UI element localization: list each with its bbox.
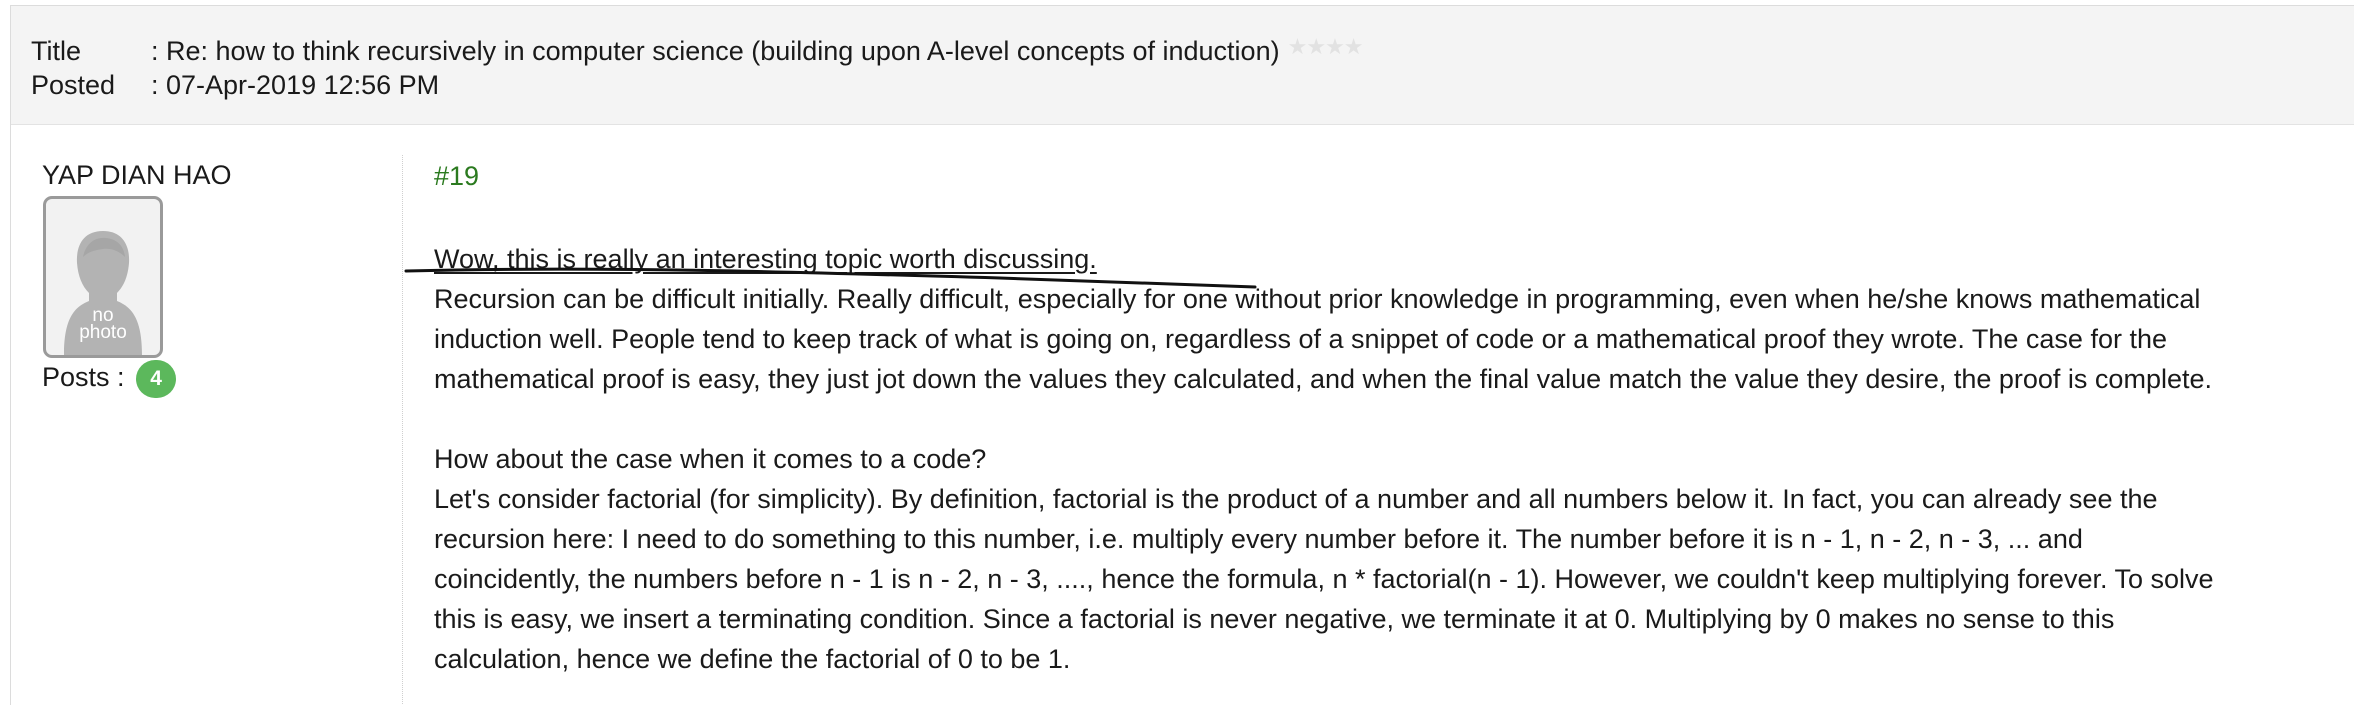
post-title: : Re: how to think recursively in comput… bbox=[151, 36, 1280, 66]
post-line: coincidently, the numbers before n - 1 i… bbox=[434, 564, 2214, 594]
post-line: induction well. People tend to keep trac… bbox=[434, 324, 2167, 354]
posted-row: Posted : 07-Apr-2019 12:56 PM bbox=[31, 68, 439, 102]
post-line: mathematical proof is easy, they just jo… bbox=[434, 364, 2212, 394]
post-line: calculation, hence we define the factori… bbox=[434, 644, 1071, 674]
posted-date: : 07-Apr-2019 12:56 PM bbox=[151, 70, 440, 100]
rating-stars[interactable]: ★★★★ bbox=[1288, 28, 1364, 64]
post-line: Wow, this is really an interesting topic… bbox=[434, 244, 1097, 274]
post-line: Let's consider factorial (for simplicity… bbox=[434, 484, 2158, 514]
posted-label: Posted bbox=[31, 70, 116, 100]
star-icon[interactable]: ★ bbox=[1306, 30, 1326, 64]
title-label: Title bbox=[31, 36, 82, 66]
star-icon[interactable]: ★ bbox=[1325, 30, 1345, 64]
post-line: How about the case when it comes to a co… bbox=[434, 444, 987, 474]
post-number[interactable]: #19 bbox=[434, 159, 479, 193]
star-icon[interactable]: ★ bbox=[1344, 30, 1364, 64]
no-photo-text: no photo bbox=[46, 306, 160, 343]
author-name[interactable]: YAP DIAN HAO bbox=[42, 158, 232, 192]
post-body: Wow, this is really an interesting topic… bbox=[434, 239, 2339, 679]
post-line: this is easy, we insert a terminating co… bbox=[434, 604, 2115, 634]
avatar[interactable]: no photo bbox=[43, 196, 163, 358]
post-line: Recursion can be difficult initially. Re… bbox=[434, 284, 2201, 314]
posts-count-badge: 4 bbox=[136, 359, 177, 398]
title-row: Title : Re: how to think recursively in c… bbox=[31, 28, 1364, 68]
star-icon[interactable]: ★ bbox=[1288, 30, 1308, 64]
posts-label: Posts : bbox=[42, 362, 125, 392]
post-line: recursion here: I need to do something t… bbox=[434, 524, 2083, 554]
column-divider bbox=[402, 155, 403, 704]
no-photo-line-2: photo bbox=[79, 322, 127, 343]
posts-count-row: Posts : 4 bbox=[42, 358, 177, 398]
